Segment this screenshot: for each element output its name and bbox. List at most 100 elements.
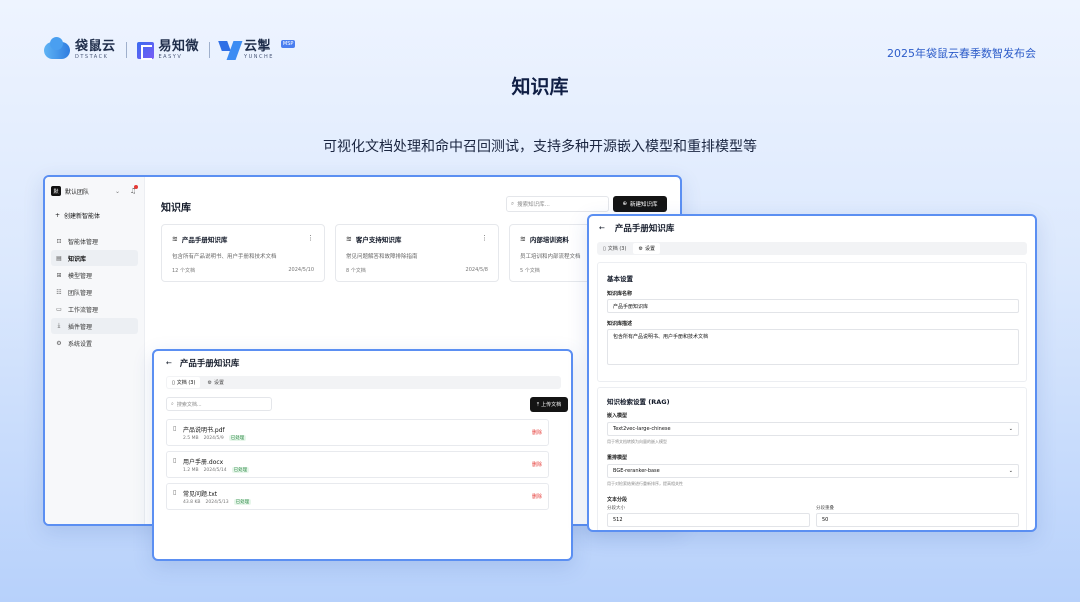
file-row[interactable]: ▯ 产品说明书.pdf 2.5 MB 2024/5/9 已处理 删除: [166, 419, 549, 446]
search-icon: ⌕: [171, 401, 174, 407]
plugin-icon: ⤓: [57, 322, 61, 329]
brand1-en: DTSTACK: [75, 54, 109, 60]
sidebar-item-label: 团队管理: [68, 289, 93, 297]
database-icon: ≋: [346, 235, 352, 243]
kb-card[interactable]: ≋ 产品手册知识库 ⋮ 包含所有产品说明书、用户手册和技术文档 12 个文档 202…: [161, 224, 325, 282]
cloud-icon: [44, 36, 70, 59]
sidebar-item-label: 工作流管理: [68, 306, 99, 314]
sidebar-item-plugins[interactable]: ⤓ 插件管理: [51, 318, 138, 334]
embed-model-select[interactable]: Text2vec-large-chinese ⌄: [607, 422, 1019, 436]
kb-desc-textarea[interactable]: 包含所有产品说明书、用户手册和技术文档: [607, 329, 1019, 365]
dtstack-logo: 袋鼠云 DTSTACK: [44, 36, 116, 60]
kb-settings-window: ← 产品手册知识库 ▯ 文档 (3) ⚙ 设置 基本设置 知识库名称 产品手册知识库…: [587, 214, 1037, 532]
chevron-down-icon: ⌄: [1008, 468, 1013, 474]
upload-button[interactable]: ⤒ 上传文档: [530, 397, 568, 412]
model-icon: ⊞: [56, 271, 62, 279]
tab-label: 文档 (3): [607, 246, 627, 252]
kb-settings-title: 产品手册知识库: [614, 224, 675, 234]
basic-settings-heading: 基本设置: [607, 275, 633, 283]
file-date: 2024/5/14: [203, 467, 227, 473]
kb-search-input[interactable]: ⌕ 搜索知识库...: [506, 196, 609, 212]
file-icon: ▯: [603, 245, 606, 252]
chunk-size-input[interactable]: 512: [607, 513, 810, 527]
add-folder-icon: ⊕: [622, 201, 628, 207]
team-avatar: 默: [51, 186, 61, 196]
yunche-logo: 云掣 YUNCHE MSP: [220, 40, 296, 60]
more-icon[interactable]: ⋮: [307, 234, 314, 242]
workflow-icon: ▭: [56, 305, 62, 313]
create-agent-label: 创建新智能体: [64, 212, 101, 220]
sidebar-item-models[interactable]: ⊞ 模型管理: [51, 267, 138, 283]
status-badge: 已处理: [231, 467, 250, 473]
gear-icon: ⚙: [207, 379, 212, 386]
file-size: 43.8 KB: [183, 499, 201, 505]
page-subtitle: 可视化文档处理和命中召回测试，支持多种开源嵌入模型和重排模型等: [323, 139, 757, 155]
file-date: 2024/5/9: [203, 435, 224, 441]
kb-card-desc: 包含所有产品说明书、用户手册和技术文档: [172, 254, 277, 260]
file-row[interactable]: ▯ 常见问题.txt 43.8 KB 2024/5/13 已处理 删除: [166, 483, 549, 510]
team-switcher[interactable]: 默 默认团队 ⌄ ♫: [51, 183, 139, 199]
chunk-overlap-label: 分段重叠: [816, 506, 834, 511]
doc-search-input[interactable]: ⌕ 搜索文档...: [166, 397, 272, 411]
divider: [209, 42, 211, 58]
chevron-down-icon[interactable]: ⌄: [115, 188, 120, 195]
kb-card[interactable]: ≋ 客户支持知识库 ⋮ 常见问题解答和故障排除指南 8 个文档 2024/5/8: [335, 224, 499, 282]
rerank-model-select[interactable]: BGE-reranker-base ⌄: [607, 464, 1019, 478]
embed-model-value: Text2vec-large-chinese: [613, 426, 671, 432]
sidebar-item-label: 插件管理: [68, 323, 93, 331]
kb-card-count: 5 个文档: [520, 268, 540, 274]
kb-documents-window: ← 产品手册知识库 ▯ 文档 (3) ⚙ 设置 ⌕ 搜索文档... ⤒ 上传文档 ▯…: [152, 349, 573, 561]
back-arrow-icon[interactable]: ←: [166, 359, 172, 367]
kb-card-title: 内部培训资料: [529, 236, 569, 244]
tab-settings[interactable]: ⚙ 设置: [202, 377, 229, 388]
tab-documents[interactable]: ▯ 文档 (3): [598, 243, 631, 254]
delete-button[interactable]: 删除: [532, 461, 542, 468]
sidebar-item-label: 知识库: [68, 255, 87, 263]
chevron-down-icon: ⌄: [1008, 426, 1013, 432]
page-title: 知识库: [511, 76, 569, 98]
kb-card-count: 12 个文档: [172, 268, 195, 274]
kb-desc-label: 知识库描述: [607, 321, 633, 327]
tab-settings[interactable]: ⚙ 设置: [633, 243, 660, 254]
detail-tabs: ▯ 文档 (3) ⚙ 设置: [166, 376, 561, 389]
more-icon[interactable]: ⋮: [481, 234, 488, 242]
rag-settings-panel: 知识检索设置 (RAG) 嵌入模型 Text2vec-large-chinese…: [597, 387, 1027, 530]
sidebar-item-agents[interactable]: ⊡ 智能体管理: [51, 233, 138, 249]
rerank-model-hint: 用于对检索结果进行重新排序，提高相关性: [607, 481, 683, 486]
database-icon: ≋: [520, 235, 526, 243]
new-kb-button[interactable]: ⊕ 新建知识库: [613, 196, 667, 212]
status-badge: 已处理: [233, 499, 252, 505]
file-size: 2.5 MB: [183, 435, 199, 441]
kb-card-title: 客户支持知识库: [355, 236, 402, 244]
pdf-file-icon: ▯: [173, 425, 177, 432]
brand2-en: EASYV: [158, 54, 183, 60]
yunche-icon: [220, 41, 239, 60]
create-agent-button[interactable]: + 创建新智能体: [51, 207, 138, 223]
sidebar-item-workflow[interactable]: ▭ 工作流管理: [51, 301, 138, 317]
kb-search-placeholder: 搜索知识库...: [517, 202, 550, 208]
chunk-overlap-input[interactable]: 50: [816, 513, 1019, 527]
delete-button[interactable]: 删除: [532, 493, 542, 500]
delete-button[interactable]: 删除: [532, 429, 542, 436]
file-row[interactable]: ▯ 用户手册.docx 1.2 MB 2024/5/14 已处理 删除: [166, 451, 549, 478]
tab-documents[interactable]: ▯ 文档 (3): [167, 377, 201, 388]
brand3-en: YUNCHE: [244, 54, 274, 60]
kb-card-date: 2024/5/8: [465, 267, 488, 273]
kb-detail-title: 产品手册知识库: [179, 359, 240, 369]
doc-search-placeholder: 搜索文档...: [176, 401, 202, 408]
embed-model-hint: 用于将文档转换为向量的嵌入模型: [607, 439, 667, 444]
sidebar-item-settings[interactable]: ⚙ 系统设置: [51, 335, 138, 351]
bell-icon[interactable]: ♫: [130, 185, 139, 195]
file-date: 2024/5/13: [205, 499, 229, 505]
chunk-size-label: 分段大小: [607, 506, 625, 511]
sidebar-item-knowledge[interactable]: ▤ 知识库: [51, 250, 138, 266]
sidebar-item-team[interactable]: ☷ 团队管理: [51, 284, 138, 300]
status-badge: 已处理: [228, 435, 247, 441]
settings-icon: ⚙: [56, 339, 62, 347]
kb-name-input[interactable]: 产品手册知识库: [607, 299, 1019, 313]
easyv-icon: [136, 41, 154, 60]
back-arrow-icon[interactable]: ←: [599, 224, 605, 232]
upload-label: 上传文档: [541, 402, 562, 408]
file-icon: ▯: [172, 379, 175, 386]
brand2-cn: 易知微: [158, 39, 200, 54]
